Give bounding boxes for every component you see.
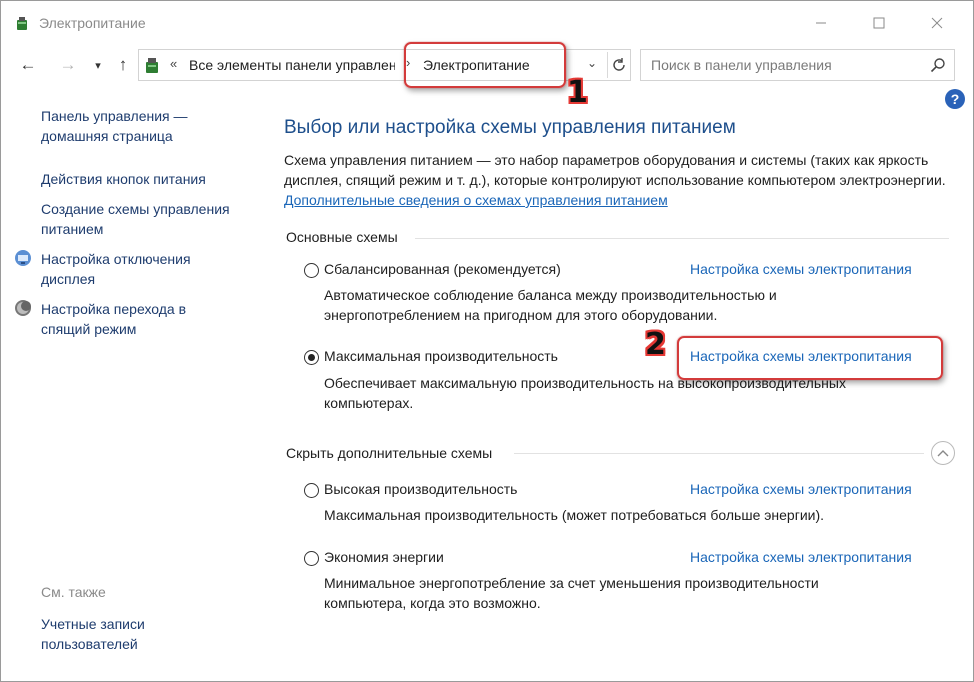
plan-power-saver-settings-link[interactable]: Настройка схемы электропитания [690,549,912,565]
sidebar-item-user-accounts[interactable]: Учетные записи пользователей [41,614,166,654]
sleep-moon-icon [15,300,31,316]
annotation-badge-1: 1 [567,75,588,110]
arrow-up-icon: ↑ [118,55,128,74]
group-divider [415,238,949,239]
breadcrumb-all-items[interactable]: Все элементы панели управления [189,57,395,73]
up-button[interactable]: ↑ [112,54,134,76]
more-info-link[interactable]: Дополнительные сведения о схемах управле… [284,192,668,208]
plan-balanced-settings-link[interactable]: Настройка схемы электропитания [690,261,912,277]
chevron-down-icon: ▾ [95,59,101,72]
plan-balanced-radio[interactable] [304,263,319,278]
maximize-button[interactable] [857,5,901,41]
search-box[interactable]: Поиск в панели управления [640,49,955,81]
control-panel-icon [146,58,158,73]
chevron-up-icon [937,450,949,457]
address-history-button[interactable]: ⌄ [587,56,597,70]
close-icon [931,17,943,29]
maximize-icon [873,17,885,29]
plan-balanced-name[interactable]: Сбалансированная (рекомендуется) [324,261,561,277]
page-description: Схема управления питанием — это набор па… [284,150,954,210]
help-button[interactable]: ? [945,89,965,109]
plan-ultimate-name[interactable]: Максимальная производительность [324,348,558,364]
title-bar: Электропитание [1,1,973,45]
close-button[interactable] [915,5,959,41]
sidebar-item-sleep[interactable]: Настройка перехода в спящий режим [41,299,216,339]
refresh-icon [613,58,625,71]
refresh-button[interactable] [607,52,630,78]
plan-balanced-description: Автоматическое соблюдение баланса между … [324,287,777,323]
back-button[interactable]: ← [17,54,39,76]
sidebar-item-display-off[interactable]: Настройка отключения дисплея [41,249,216,289]
minimize-icon [816,22,826,24]
power-options-icon [17,17,27,30]
sidebar-control-panel-home[interactable]: Панель управления — домашняя страница [41,106,216,146]
group-main-plans: Основные схемы [286,229,398,245]
group-divider [514,453,924,454]
window-title: Электропитание [39,15,146,31]
plan-high-performance-name[interactable]: Высокая производительность [324,481,517,497]
display-monitor-icon [15,250,31,266]
collapse-extra-plans-button[interactable] [931,441,955,465]
arrow-left-icon: ← [19,55,37,74]
highlight-box-breadcrumb [404,42,566,88]
plan-power-saver-radio[interactable] [304,551,319,566]
description-text: Схема управления питанием — это набор па… [284,152,946,188]
sidebar-item-create-plan[interactable]: Создание схемы управления питанием [41,199,251,239]
plan-high-performance-description: Максимальная производительность (может п… [324,507,825,523]
annotation-badge-2: 2 [645,327,666,362]
highlight-box-plan-settings [677,336,943,380]
plan-ultimate-radio[interactable] [304,350,319,365]
arrow-right-icon: → [59,55,77,74]
forward-button[interactable]: → [57,54,79,76]
search-icon[interactable] [930,57,946,73]
page-title: Выбор или настройка схемы управления пит… [284,117,736,138]
minimize-button[interactable] [799,5,843,41]
plan-high-performance-radio[interactable] [304,483,319,498]
group-hidden-plans: Скрыть дополнительные схемы [286,445,493,461]
help-icon: ? [950,91,960,107]
chevron-down-icon: ⌄ [587,56,598,70]
plan-power-saver-description: Минимальное энергопотребление за счет ум… [324,575,819,611]
search-placeholder[interactable]: Поиск в панели управления [651,57,832,73]
plan-power-saver-name[interactable]: Экономия энергии [324,549,444,565]
sidebar-item-power-buttons[interactable]: Действия кнопок питания [41,169,241,189]
see-also-heading: См. также [41,584,106,600]
breadcrumb-overflow[interactable]: « [170,56,177,71]
plan-high-performance-settings-link[interactable]: Настройка схемы электропитания [690,481,912,497]
power-options-window: Электропитание ← → ▾ ↑ « Все элементы па… [0,0,974,682]
recent-locations-button[interactable]: ▾ [87,54,109,76]
